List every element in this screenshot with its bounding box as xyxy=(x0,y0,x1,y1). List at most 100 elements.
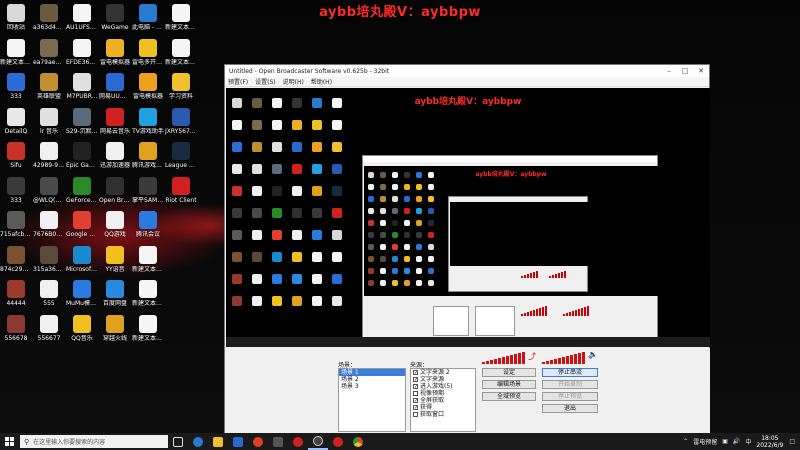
source-item[interactable]: ✓ 文字来源 xyxy=(411,376,475,383)
desktop-volume-meter[interactable] xyxy=(482,352,525,364)
source-item[interactable]: ✓ 进入游戏(5) xyxy=(411,383,475,390)
desktop-icon[interactable]: TV游戏助手 xyxy=(132,107,164,135)
source-checkbox[interactable]: ✓ xyxy=(413,398,418,404)
desktop-icon[interactable]: 网易UU加速器 xyxy=(99,73,131,100)
desktop-icon[interactable]: QQ游戏 xyxy=(99,211,131,238)
obs-titlebar[interactable]: Untitled - Open Broadcaster Software v0.… xyxy=(225,65,709,77)
desktop-icon[interactable]: 新建文本文档 xyxy=(0,38,32,66)
scene-item[interactable]: 场景 2 xyxy=(339,376,405,383)
maximize-icon[interactable]: □ xyxy=(677,67,693,75)
source-item[interactable]: 获取窗口 xyxy=(411,411,475,418)
desktop-icon[interactable]: S29-沉默吧-社群线 xyxy=(66,107,98,135)
tray-app-text[interactable]: 雷电预留 xyxy=(693,437,717,446)
desktop-icon[interactable]: EFDE360A... xyxy=(66,38,98,66)
taskbar-app-icon[interactable] xyxy=(288,433,308,450)
task-view-icon[interactable] xyxy=(168,433,188,450)
desktop-icon[interactable]: WeGame xyxy=(99,4,131,31)
exit-button[interactable]: 退出 xyxy=(542,404,598,413)
desktop-icon[interactable]: 回收站 xyxy=(0,4,32,31)
desktop-icon[interactable]: Open Broadcaster xyxy=(99,176,131,204)
desktop-icon[interactable]: lr 音乐 xyxy=(33,107,65,135)
speaker-icon[interactable]: ⤴ xyxy=(528,351,536,362)
stop-stream-button[interactable]: 停止串流 xyxy=(542,368,598,377)
desktop-icon[interactable]: Riot Client xyxy=(165,176,197,204)
source-item[interactable]: ✓ 获得 xyxy=(411,404,475,411)
desktop-icon[interactable]: a363d4dd2... xyxy=(33,4,65,31)
desktop-icon[interactable]: Microsoft Edge xyxy=(66,245,98,273)
desktop-icon[interactable]: 雷电多开器4 xyxy=(132,38,164,66)
desktop-icon[interactable]: 此电脑 - 快捷方式 xyxy=(132,4,164,31)
source-item[interactable]: ✓ 文字来源 2 xyxy=(411,369,475,376)
mic-speaker-icon[interactable]: 🔈 xyxy=(588,350,598,359)
desktop-icon[interactable]: League of Legends xyxy=(165,142,197,169)
fullscreen-preview-button[interactable]: 全域预览 xyxy=(482,392,536,401)
source-checkbox[interactable]: ✓ xyxy=(413,377,418,383)
desktop-icon[interactable]: @WLQ(G4... xyxy=(33,176,65,204)
desktop-icon[interactable]: 新建文本文档 (3) xyxy=(132,280,164,307)
menu-item-info[interactable]: 说明(H) xyxy=(283,77,304,86)
taskbar-search-box[interactable]: ⚲ 在这里输入你要搜索的内容 xyxy=(20,435,168,448)
desktop-icon[interactable]: 44444 xyxy=(0,280,32,307)
desktop-icon[interactable]: MuMu模拟器 xyxy=(66,280,98,307)
desktop-icon[interactable]: 42989-92c... xyxy=(33,142,65,169)
source-item[interactable]: ✓ 全屏获取 xyxy=(411,397,475,404)
taskbar-app-icon[interactable] xyxy=(208,433,228,450)
desktop-icon[interactable]: 新建文本文档 (2) xyxy=(132,245,164,273)
desktop-icon[interactable]: 腾讯游戏平台 xyxy=(132,142,164,169)
taskbar-app-icon[interactable] xyxy=(188,433,208,450)
desktop-icon[interactable]: M7PUBR... xyxy=(66,73,98,100)
start-record-button[interactable]: 开始录制 xyxy=(542,380,598,389)
obs-window[interactable]: Untitled - Open Broadcaster Software v0.… xyxy=(224,64,710,434)
source-checkbox[interactable] xyxy=(413,412,418,417)
desktop-icon[interactable]: 迅游加速器 xyxy=(99,142,131,169)
network-icon[interactable]: ▣ xyxy=(722,438,728,445)
desktop-icon[interactable]: 雷电模拟器 xyxy=(99,38,131,66)
menu-item-profile[interactable]: 预置(F) xyxy=(228,77,248,86)
desktop-icon[interactable]: 715afcbbe... xyxy=(0,211,32,238)
desktop-icon[interactable]: 穿越火线 xyxy=(99,314,131,342)
menu-item-help[interactable]: 帮助(H) xyxy=(311,77,332,86)
desktop-icon[interactable]: 掌平SAMT... xyxy=(132,176,164,204)
source-item[interactable]: 视像预期 xyxy=(411,390,475,397)
taskbar-app-icon[interactable] xyxy=(228,433,248,450)
desktop-icon[interactable]: 网易云音乐 xyxy=(99,107,131,135)
desktop-icon[interactable]: 雷电模拟器 xyxy=(132,73,164,100)
taskbar-app-icon[interactable] xyxy=(248,433,268,450)
source-checkbox[interactable]: ✓ xyxy=(413,384,418,390)
desktop-icon[interactable]: GeForce Experience xyxy=(66,176,98,204)
desktop-icon[interactable]: QQ音乐 xyxy=(66,314,98,342)
desktop-icon[interactable]: 英雄联盟 xyxy=(33,73,65,100)
taskbar-clock[interactable]: 18:05 2022/6/9 xyxy=(756,435,783,449)
desktop-icon[interactable]: DetailQ xyxy=(0,107,32,135)
taskbar-chrome-icon[interactable] xyxy=(348,433,368,450)
settings-button[interactable]: 设定 xyxy=(482,368,536,377)
desktop-icon[interactable]: JXRY567 - ... xyxy=(165,107,197,135)
taskbar-app-icon[interactable] xyxy=(328,433,348,450)
desktop-icon[interactable]: 新建文本文档 (4) xyxy=(132,314,164,342)
desktop-icon[interactable]: ea79ae64e... xyxy=(33,38,65,66)
ime-icon[interactable]: 中 xyxy=(745,437,751,446)
taskbar-obs-icon[interactable] xyxy=(308,433,328,450)
scene-item[interactable]: 场景 1 xyxy=(339,369,405,376)
scene-item[interactable]: 场景 3 xyxy=(339,383,405,390)
close-icon[interactable]: ✕ xyxy=(693,67,709,75)
scenes-list[interactable]: 场景 1 场景 2 场景 3 xyxy=(338,368,406,432)
desktop-icon[interactable]: 315a364B... xyxy=(33,245,65,273)
obs-preview-canvas[interactable]: aybb培丸殿V：aybbpw aybb培丸殿V：aybbpw xyxy=(226,88,710,347)
menu-item-settings[interactable]: 设置(S) xyxy=(255,77,276,86)
desktop-icon[interactable]: 555 xyxy=(33,280,65,307)
desktop-icon[interactable]: 腾讯会议 xyxy=(132,211,164,238)
desktop-icon[interactable]: Google Chrome xyxy=(66,211,98,238)
desktop-icon[interactable]: 新建文本文档 xyxy=(165,38,197,66)
desktop-icon[interactable]: 874c29635... xyxy=(0,245,32,273)
sources-list[interactable]: ✓ 文字来源 2 ✓ 文字来源 ✓ 进入游戏(5) 视像预期 ✓ 全屏获取 ✓ 获得 获取窗口 xyxy=(410,368,476,432)
desktop-icon[interactable]: 学习资料 xyxy=(165,73,197,100)
start-button[interactable] xyxy=(0,433,18,450)
mic-volume-meter[interactable] xyxy=(542,352,585,364)
volume-icon[interactable]: 🔊 xyxy=(733,438,740,445)
source-checkbox[interactable]: ✓ xyxy=(413,405,418,411)
desktop-icon[interactable]: Sifu xyxy=(0,142,32,169)
notification-icon[interactable]: □ xyxy=(789,438,795,445)
source-checkbox[interactable] xyxy=(413,391,418,396)
desktop-icon[interactable]: 百度网盘 xyxy=(99,280,131,307)
